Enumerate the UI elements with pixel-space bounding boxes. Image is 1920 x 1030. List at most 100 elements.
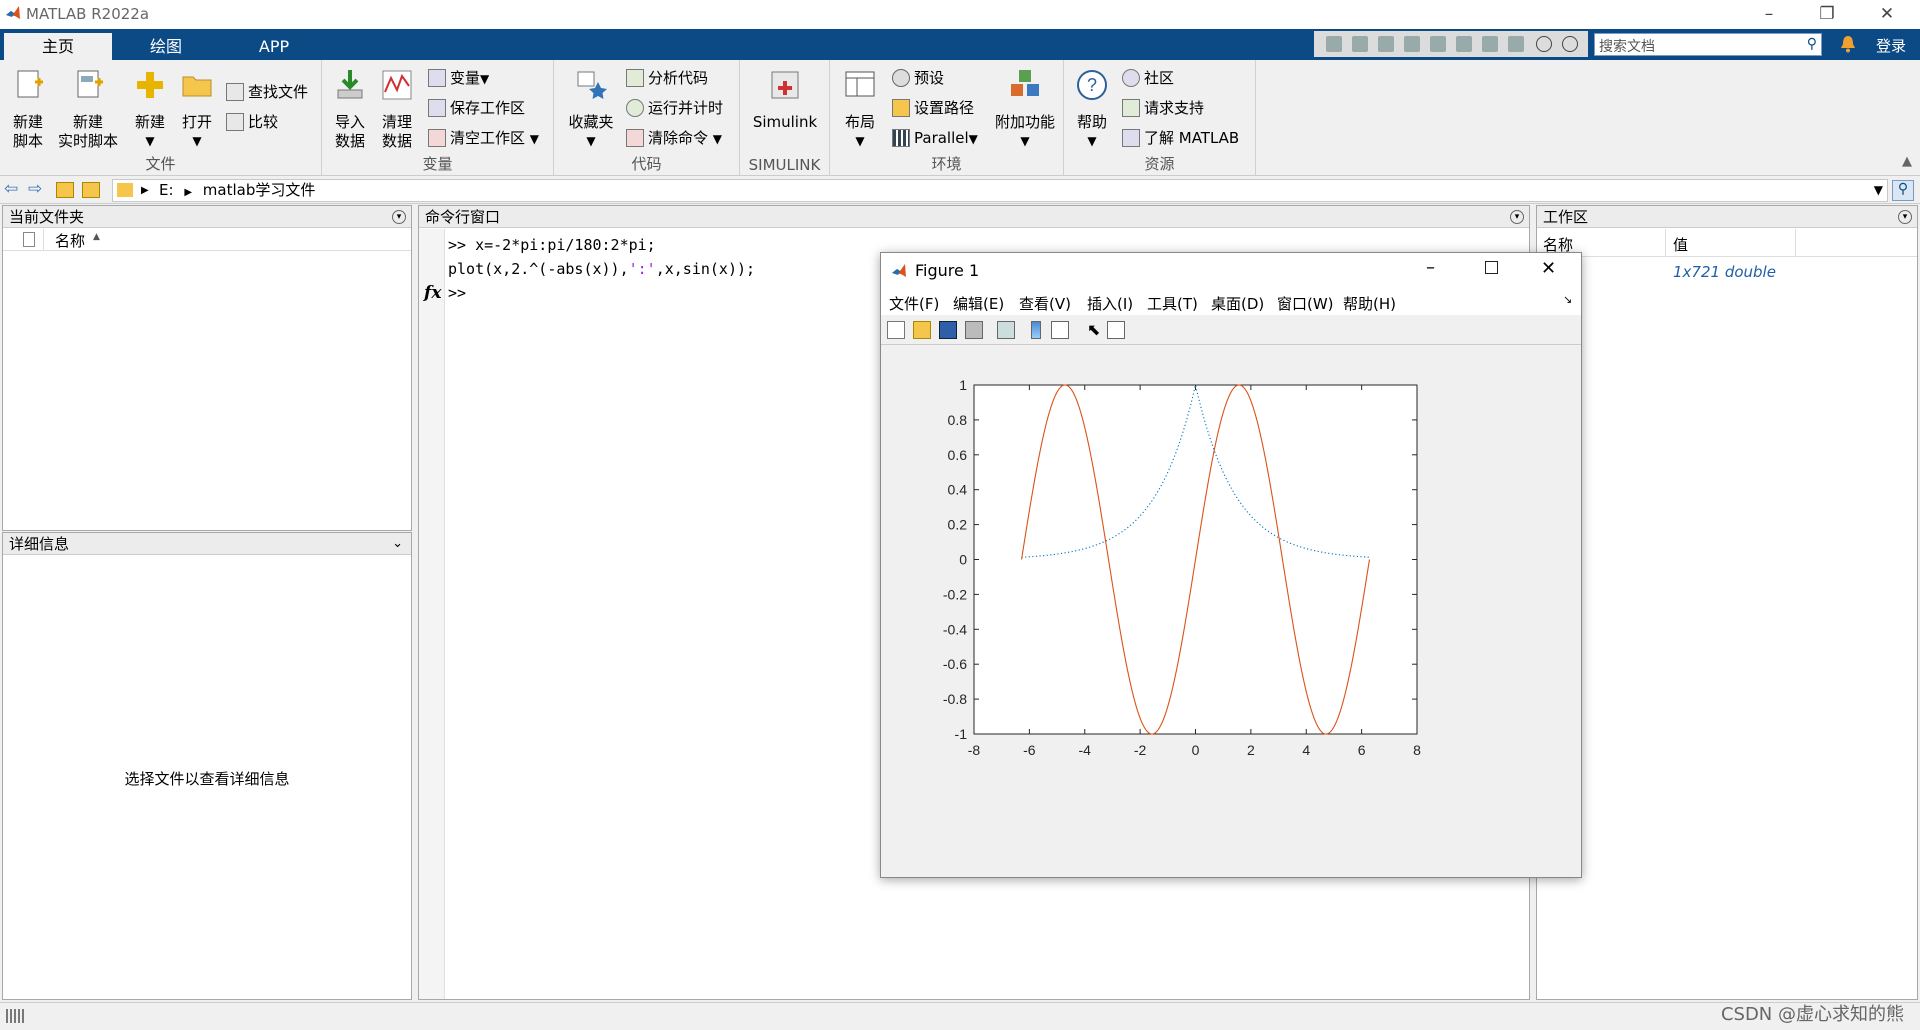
undo-icon[interactable]	[1430, 36, 1446, 52]
layout-button[interactable]: 布局 ▼	[836, 68, 884, 151]
search-docs-input[interactable]: 搜索文档 ⚲	[1594, 33, 1822, 56]
panel-actions-icon[interactable]: ▾	[1898, 210, 1912, 224]
copy-icon[interactable]	[1378, 36, 1394, 52]
insert-colorbar-icon[interactable]	[1031, 321, 1041, 339]
workspace-row-value[interactable]: 1x721 double	[1673, 263, 1776, 281]
menu-help[interactable]: 帮助(H)	[1343, 293, 1396, 314]
options-icon[interactable]	[1562, 36, 1578, 52]
collapse-ribbon-icon[interactable]: ▲	[1902, 154, 1912, 169]
analyze-code-button[interactable]: 分析代码	[626, 66, 708, 90]
community-button[interactable]: 社区	[1122, 66, 1174, 90]
variable-button[interactable]: 变量▼	[428, 66, 489, 90]
help-icon[interactable]	[1536, 36, 1552, 52]
clear-workspace-dropdown-icon[interactable]: ▼	[530, 132, 539, 146]
favorites-button[interactable]: 收藏夹 ▼	[564, 68, 618, 151]
menu-view[interactable]: 查看(V)	[1019, 293, 1071, 314]
clear-workspace-label: 清空工作区	[450, 129, 526, 147]
tab-apps[interactable]: APP	[220, 33, 328, 60]
tab-home[interactable]: 主页	[4, 33, 112, 60]
minimize-button[interactable]: –	[1746, 2, 1792, 27]
clear-commands-button[interactable]: 清除命令 ▼	[626, 126, 722, 150]
simulink-icon	[771, 71, 799, 99]
compare-button[interactable]: 比较	[226, 110, 278, 134]
restore-button[interactable]: ❐	[1804, 2, 1850, 27]
menu-file[interactable]: 文件(F)	[889, 293, 939, 314]
path-folder[interactable]: matlab学习文件	[203, 181, 316, 199]
paste-icon[interactable]	[1404, 36, 1420, 52]
help-button[interactable]: ? 帮助 ▼	[1070, 68, 1114, 151]
edit-plot-cursor-icon[interactable]: ⬉	[1087, 321, 1105, 339]
close-button[interactable]: ✕	[1864, 2, 1910, 27]
learn-matlab-button[interactable]: 了解 MATLAB	[1122, 126, 1239, 150]
browse-folder-icon[interactable]	[82, 182, 100, 198]
run-and-time-button[interactable]: 运行并计时	[626, 96, 723, 120]
open-file-icon[interactable]	[913, 321, 931, 339]
open-button[interactable]: 打开 ▼	[176, 68, 218, 151]
redo-icon[interactable]	[1456, 36, 1472, 52]
command-prompt[interactable]: >>	[448, 284, 466, 302]
parallel-dropdown-icon[interactable]: ▼	[969, 132, 978, 146]
login-link[interactable]: 登录	[1876, 35, 1906, 56]
find-files-button[interactable]: 查找文件	[226, 80, 308, 104]
import-data-button[interactable]: 导入 数据	[330, 68, 370, 151]
back-arrow-icon[interactable]: ⇦	[4, 179, 18, 199]
plot-area[interactable]: -8 -6 -4 -2 0 2 4 6 8 1 0.8 0.6 0.4 0.2 0 -0.2 -0.4 -0.6 -…	[881, 346, 1581, 877]
clear-workspace-button[interactable]: 清空工作区 ▼	[428, 126, 539, 150]
save-workspace-button[interactable]: 保存工作区	[428, 96, 525, 120]
ribbon: 新建 脚本 新建 实时脚本 新建 ▼ 打开 ▼ 查找文件 比较 文件 导入 数据	[0, 60, 1920, 176]
current-path-field[interactable]: ▶ E: ▶ matlab学习文件 ▼	[112, 179, 1888, 202]
open-dropdown-icon[interactable]: ▼	[176, 132, 218, 151]
addons-button[interactable]: 附加功能 ▼	[990, 68, 1060, 151]
addons-dropdown-icon[interactable]: ▼	[990, 132, 1060, 151]
new-button[interactable]: 新建 ▼	[128, 68, 172, 151]
search-icon[interactable]: ⚲	[1807, 36, 1817, 52]
menu-tools[interactable]: 工具(T)	[1147, 293, 1198, 314]
print-figure-icon[interactable]	[965, 321, 983, 339]
new-live-script-button[interactable]: 新建 实时脚本	[54, 68, 122, 151]
help-dropdown-icon[interactable]: ▼	[1070, 132, 1114, 151]
property-inspector-icon[interactable]	[1107, 321, 1125, 339]
path-dropdown-icon[interactable]: ▼	[1874, 180, 1883, 201]
save-icon[interactable]	[1326, 36, 1342, 52]
preferences-button[interactable]: 预设	[892, 66, 944, 90]
link-plot-icon[interactable]	[997, 321, 1015, 339]
variable-dropdown-icon[interactable]: ▼	[480, 72, 489, 86]
path-drive[interactable]: E:	[159, 181, 174, 199]
tab-plots[interactable]: 绘图	[112, 33, 220, 60]
parallel-button[interactable]: Parallel▼	[892, 126, 978, 150]
new-dropdown-icon[interactable]: ▼	[128, 132, 172, 151]
set-path-button[interactable]: 设置路径	[892, 96, 974, 120]
figure-close-button[interactable]: ✕	[1541, 258, 1556, 279]
simulink-button[interactable]: Simulink	[742, 68, 828, 132]
menu-desktop[interactable]: 桌面(D)	[1211, 293, 1264, 314]
new-figure-icon[interactable]	[887, 321, 905, 339]
figure-maximize-button[interactable]	[1485, 261, 1498, 274]
menu-window[interactable]: 窗口(W)	[1277, 293, 1334, 314]
favorites-dropdown-icon[interactable]: ▼	[564, 132, 618, 151]
forward-arrow-icon[interactable]: ⇨	[28, 179, 42, 199]
search-folder-icon[interactable]: ⚲	[1892, 180, 1914, 201]
menu-insert[interactable]: 插入(I)	[1087, 293, 1133, 314]
notification-bell-icon[interactable]	[1840, 35, 1856, 53]
panel-actions-icon[interactable]: ▾	[1510, 210, 1524, 224]
new-script-button[interactable]: 新建 脚本	[4, 68, 52, 151]
panel-actions-icon[interactable]: ▾	[392, 210, 406, 224]
clean-data-button[interactable]: 清理 数据	[376, 68, 418, 151]
print-icon[interactable]	[1508, 36, 1524, 52]
layout-dropdown-icon[interactable]: ▼	[836, 132, 884, 151]
menu-edit[interactable]: 编辑(E)	[953, 293, 1004, 314]
figure-minimize-button[interactable]: –	[1426, 257, 1435, 278]
switch-windows-icon[interactable]	[1482, 36, 1498, 52]
up-folder-icon[interactable]	[56, 182, 74, 198]
name-column-header[interactable]: 名称	[55, 230, 85, 251]
clear-commands-dropdown-icon[interactable]: ▼	[713, 132, 722, 146]
dock-figure-icon[interactable]: ↘	[1563, 293, 1572, 306]
workspace-value-column[interactable]: 值	[1673, 234, 1688, 255]
function-browser-icon[interactable]: fx	[424, 283, 441, 303]
x-tick-label: -6	[1023, 742, 1036, 758]
collapse-details-icon[interactable]: ⌄	[392, 533, 403, 555]
save-figure-icon[interactable]	[939, 321, 957, 339]
cut-icon[interactable]	[1352, 36, 1368, 52]
insert-legend-icon[interactable]	[1051, 321, 1069, 339]
request-support-button[interactable]: 请求支持	[1122, 96, 1204, 120]
